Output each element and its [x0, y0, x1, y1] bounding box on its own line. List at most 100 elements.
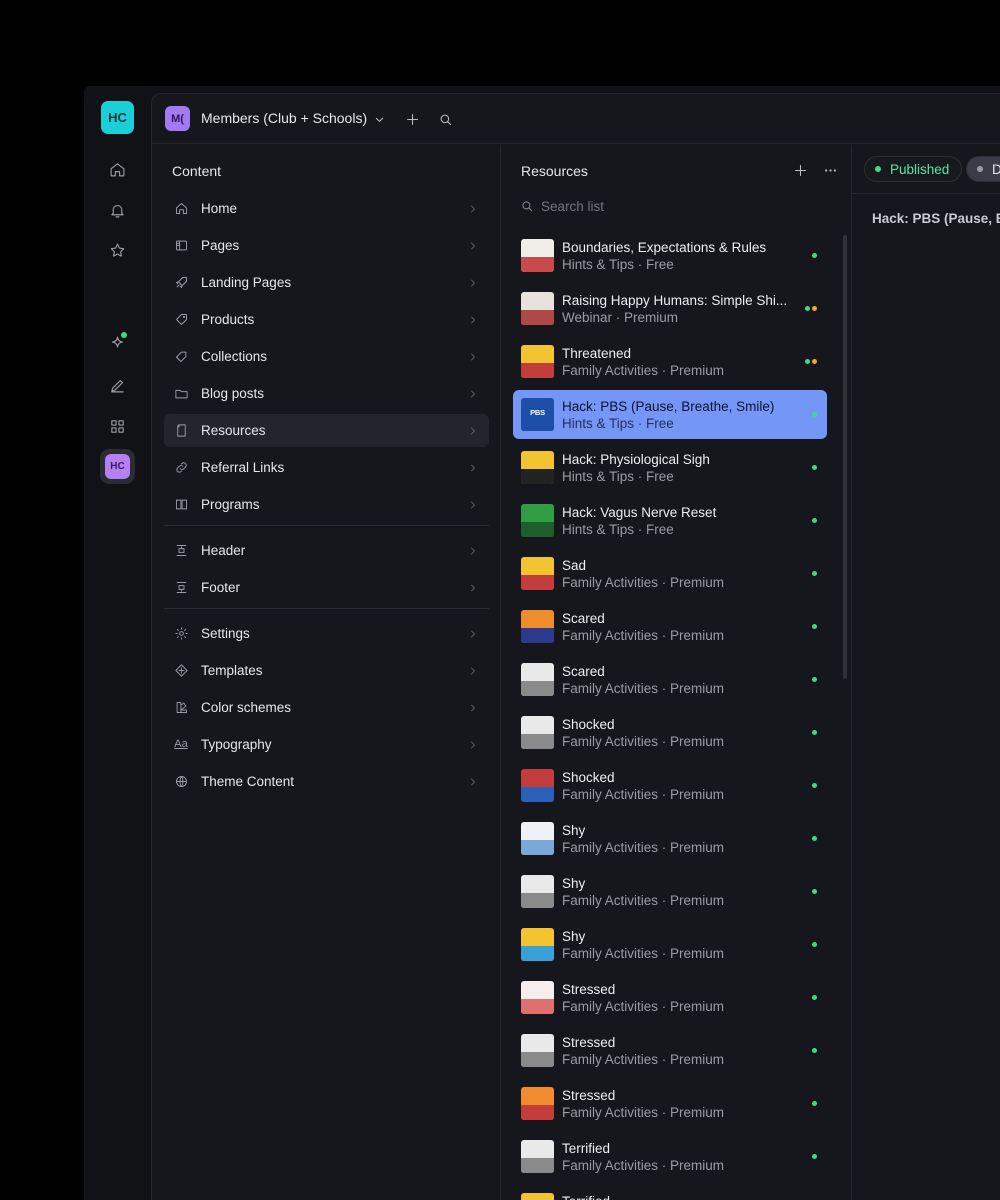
nav-item-home[interactable]: Home	[164, 192, 489, 225]
nav-item-resources[interactable]: Resources	[164, 414, 489, 447]
nav-item-landing-pages[interactable]: Landing Pages	[164, 266, 489, 299]
nav-item-color-schemes[interactable]: Color schemes	[164, 691, 489, 724]
resources-title: Resources	[521, 163, 588, 179]
resource-subtitle: Family Activities · Premium	[562, 946, 725, 961]
nav-item-settings[interactable]: Settings	[164, 617, 489, 650]
nav-item-products[interactable]: Products	[164, 303, 489, 336]
resource-subtitle: Family Activities · Premium	[562, 1052, 725, 1067]
status-dot	[812, 253, 817, 258]
globe-icon	[173, 773, 189, 789]
nav-item-collections[interactable]: Collections	[164, 340, 489, 373]
resource-thumbnail	[521, 769, 554, 802]
nav-item-label: Pages	[201, 238, 240, 253]
file-icon	[173, 422, 189, 438]
resource-row[interactable]: Boundaries, Expectations & Rules Hints & …	[513, 231, 827, 280]
resource-title: Hack: PBS (Pause, Breathe, Smile)	[562, 399, 775, 414]
resource-subtitle: Family Activities · Premium	[562, 787, 725, 802]
nav-item-pages[interactable]: Pages	[164, 229, 489, 262]
status-indicators	[812, 1154, 817, 1159]
resource-row[interactable]: Terrified	[513, 1185, 827, 1200]
resource-subtitle: Hints & Tips · Free	[562, 416, 674, 431]
nav-item-theme-content[interactable]: Theme Content	[164, 765, 489, 798]
resource-row[interactable]: Shy Family Activities · Premium	[513, 814, 827, 863]
resource-row[interactable]: Hack: Physiological Sigh Hints & Tips · F…	[513, 443, 827, 492]
thumbnail-band	[521, 1158, 554, 1173]
grid-icon[interactable]	[105, 414, 129, 438]
resource-row[interactable]: Scared Family Activities · Premium	[513, 655, 827, 704]
resource-row[interactable]: Shocked Family Activities · Premium	[513, 708, 827, 757]
resource-title: Raising Happy Humans: Simple Shi...	[562, 293, 788, 308]
bell-icon[interactable]	[105, 198, 129, 222]
nav-item-templates[interactable]: Templates	[164, 654, 489, 687]
resource-subtitle: Hints & Tips · Free	[562, 469, 674, 484]
resource-subtitle: Family Activities · Premium	[562, 734, 725, 749]
nav-item-blog-posts[interactable]: Blog posts	[164, 377, 489, 410]
sparkle-icon[interactable]	[105, 331, 129, 355]
nav-item-referral-links[interactable]: Referral Links	[164, 451, 489, 484]
resource-row[interactable]: Shy Family Activities · Premium	[513, 920, 827, 969]
resource-row[interactable]: Shocked Family Activities · Premium	[513, 761, 827, 810]
nav-item-label: Landing Pages	[201, 275, 292, 290]
search-input[interactable]	[541, 195, 821, 217]
resource-title: Terrified	[562, 1194, 794, 1200]
chevron-right-icon	[467, 775, 479, 787]
add-icon[interactable]	[402, 109, 422, 129]
status-indicators	[812, 1048, 817, 1053]
resource-title: Sad	[562, 558, 587, 573]
resource-row[interactable]: Raising Happy Humans: Simple Shi... Webin…	[513, 284, 827, 333]
resource-title: Stressed	[562, 982, 616, 997]
workspace-avatar[interactable]: M(	[165, 106, 190, 131]
chevron-down-icon[interactable]	[369, 109, 389, 129]
pen-icon[interactable]	[105, 373, 129, 397]
thumbnail-band	[521, 787, 554, 802]
status-draft-pill[interactable]: D	[966, 156, 1000, 182]
content-panel: Content Home Pages Landing Pages Product…	[152, 145, 501, 1200]
status-published-pill[interactable]: Published	[864, 156, 962, 182]
resource-row[interactable]: Hack: Vagus Nerve Reset Hints & Tips · Fr…	[513, 496, 827, 545]
add-resource-icon[interactable]	[791, 161, 809, 179]
star-icon[interactable]	[105, 238, 129, 262]
chevron-right-icon	[467, 738, 479, 750]
resource-row[interactable]: Shy Family Activities · Premium	[513, 867, 827, 916]
resources-list: Boundaries, Expectations & Rules Hints & …	[513, 231, 827, 1200]
workspace-name[interactable]: Members (Club + Schools)	[201, 110, 367, 126]
nav-item-footer[interactable]: Footer	[164, 571, 489, 604]
nav-item-programs[interactable]: Programs	[164, 488, 489, 521]
resource-row[interactable]: PBS Hack: PBS (Pause, Breathe, Smile) Hint…	[513, 390, 827, 439]
resource-row[interactable]: Stressed Family Activities · Premium	[513, 973, 827, 1022]
more-options-icon[interactable]	[821, 161, 839, 179]
resource-row[interactable]: Threatened Family Activities · Premium	[513, 337, 827, 386]
resource-title: Shocked	[562, 717, 615, 732]
nav-item-typography[interactable]: Aa Typography	[164, 728, 489, 761]
gear-icon	[173, 625, 189, 641]
resource-title: Stressed	[562, 1088, 616, 1103]
thumbnail-band	[521, 416, 554, 431]
search-icon[interactable]	[435, 109, 455, 129]
header-icon	[173, 542, 189, 558]
footer-icon	[173, 579, 189, 595]
status-dot	[812, 942, 817, 947]
status-dot	[812, 412, 817, 417]
resource-thumbnail	[521, 663, 554, 696]
resource-row[interactable]: Scared Family Activities · Premium	[513, 602, 827, 651]
site-switcher[interactable]: HC	[100, 449, 135, 484]
app-logo[interactable]: HC	[101, 101, 134, 134]
resource-thumbnail	[521, 875, 554, 908]
resource-row[interactable]: Stressed Family Activities · Premium	[513, 1026, 827, 1075]
nav-item-label: Templates	[201, 663, 263, 678]
resource-row[interactable]: Terrified Family Activities · Premium	[513, 1132, 827, 1181]
home-icon[interactable]	[105, 157, 129, 181]
nav-item-header[interactable]: Header	[164, 534, 489, 567]
thumbnail-band	[521, 893, 554, 908]
thumbnail-band	[521, 840, 554, 855]
thumbnail-band	[521, 469, 554, 484]
resource-row[interactable]: Sad Family Activities · Premium	[513, 549, 827, 598]
thumbnail-band	[521, 628, 554, 643]
thumbnail-band	[521, 522, 554, 537]
tag-icon	[173, 311, 189, 327]
resource-title: Hack: Vagus Nerve Reset	[562, 505, 717, 520]
resource-thumbnail	[521, 239, 554, 272]
resource-row[interactable]: Stressed Family Activities · Premium	[513, 1079, 827, 1128]
chevron-right-icon	[467, 664, 479, 676]
list-scrollbar[interactable]	[843, 235, 847, 679]
